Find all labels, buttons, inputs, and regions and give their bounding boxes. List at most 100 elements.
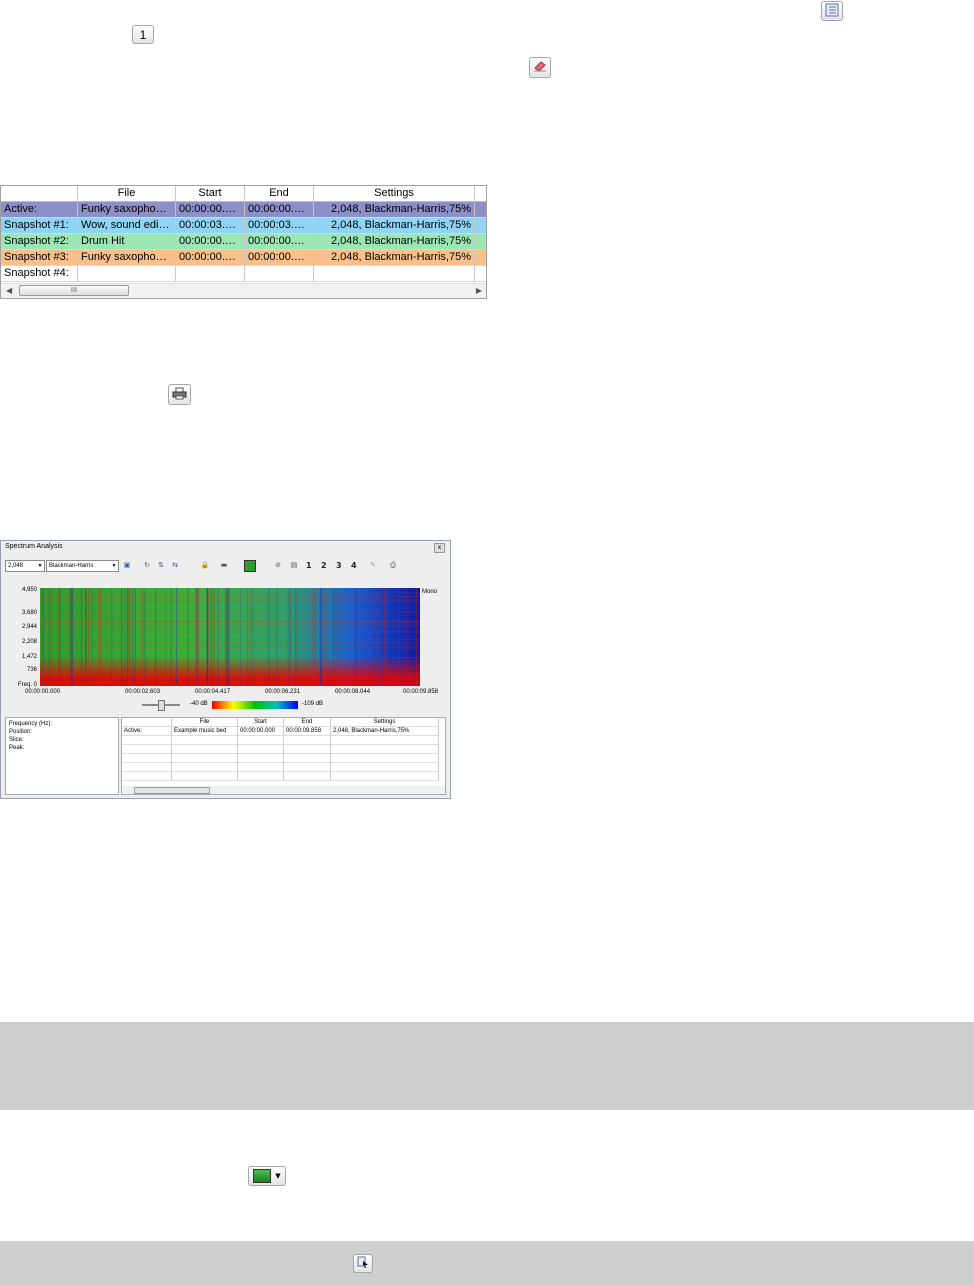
- scroll-thumb[interactable]: [134, 787, 210, 794]
- auto-update-icon[interactable]: ⇅: [156, 560, 166, 570]
- info-position-label: Position:: [9, 729, 33, 735]
- list-view-icon[interactable]: ▤: [289, 560, 299, 570]
- row-label: Snapshot #2:: [1, 234, 78, 250]
- cell-file: Funky saxophone ...: [78, 202, 176, 218]
- fft-size-select[interactable]: 2,048 ▼: [5, 560, 45, 572]
- scroll-thumb[interactable]: III: [19, 285, 129, 296]
- spectrogram-icon: [253, 1169, 272, 1183]
- window-type-select[interactable]: Blackman-Harris ▼: [46, 560, 119, 572]
- column-header-settings[interactable]: Settings: [314, 186, 475, 202]
- info-pane: Frequency (Hz): Position: Slice: Peak:: [5, 717, 119, 795]
- y-tick: 736: [26, 667, 37, 673]
- channel-label: Mono: [422, 589, 438, 595]
- table-row[interactable]: Snapshot #2: Drum Hit 00:00:00.000 00:00…: [1, 234, 486, 250]
- x-tick: 00:00:02.603: [125, 689, 161, 695]
- settings-icon[interactable]: ▣: [122, 560, 132, 570]
- column-header-file[interactable]: File: [172, 718, 238, 727]
- no-entry-icon[interactable]: ⊘: [273, 560, 283, 570]
- snapshot-1-button[interactable]: 1: [132, 25, 154, 44]
- column-header-file[interactable]: File: [78, 186, 176, 202]
- column-header-settings[interactable]: Settings: [331, 718, 439, 727]
- channel-icon[interactable]: ⇆: [170, 560, 180, 570]
- cell-end: [245, 266, 314, 282]
- column-header[interactable]: [122, 718, 172, 727]
- cell-extra: [475, 234, 486, 250]
- info-peak-label: Peak:: [9, 745, 25, 751]
- scroll-left-icon[interactable]: ◀: [6, 286, 12, 295]
- refresh-icon[interactable]: ↻: [142, 560, 152, 570]
- table-row[interactable]: [122, 736, 439, 745]
- pointer-select-button[interactable]: [353, 1254, 373, 1273]
- table-row[interactable]: Snapshot #4:: [1, 266, 486, 282]
- y-tick: 4,950: [21, 587, 37, 593]
- info-slice-label: Slice:: [9, 737, 24, 743]
- eraser-icon: [533, 60, 547, 75]
- column-header[interactable]: [1, 186, 78, 202]
- table-row[interactable]: Snapshot #3: Funky saxophone ... 00:00:0…: [1, 250, 486, 266]
- print-button[interactable]: [168, 384, 191, 405]
- cell-file: Example music bed: [172, 727, 238, 736]
- cell-start: [176, 266, 245, 282]
- column-header-end[interactable]: End: [284, 718, 331, 727]
- clear-snapshots-button[interactable]: [529, 57, 551, 78]
- eraser-icon[interactable]: ✎: [368, 560, 378, 570]
- table-row[interactable]: [122, 754, 439, 763]
- close-button[interactable]: x: [434, 543, 445, 553]
- cell-settings: 2,048, Blackman-Harris,75%: [331, 727, 439, 736]
- spectrogram-icon[interactable]: [244, 560, 256, 572]
- horizontal-scrollbar[interactable]: ◀ III ▶: [1, 283, 486, 298]
- cell-settings: 2,048, Blackman-Harris,75%: [314, 234, 475, 250]
- table-row[interactable]: [122, 772, 439, 781]
- scroll-right-icon[interactable]: ▶: [476, 286, 482, 295]
- chevron-down-icon: ▼: [275, 1172, 281, 1180]
- spectrum-analysis-window: Spectrum Analysis x 2,048 ▼ Blackman-Har…: [0, 540, 451, 799]
- cell-start: 00:00:00.000: [176, 234, 245, 250]
- printer-icon: [172, 387, 187, 403]
- table-row[interactable]: [122, 763, 439, 772]
- range-slider-thumb[interactable]: [158, 700, 165, 711]
- snapshot-4-button[interactable]: 4: [351, 560, 357, 571]
- table-header-row: File Start End Settings: [122, 718, 439, 727]
- cell-extra: [475, 266, 486, 282]
- cell-file: Drum Hit: [78, 234, 176, 250]
- cell-file: [78, 266, 176, 282]
- cell-end: 00:00:00.046: [245, 250, 314, 266]
- table-row[interactable]: Snapshot #1: Wow, sound editi... 00:00:0…: [1, 218, 486, 234]
- snapshot-table: File Start End Settings Active: Funky sa…: [0, 185, 487, 299]
- snapshot-list-button[interactable]: [821, 1, 843, 21]
- cell-settings: 2,048, Blackman-Harris,75%: [314, 202, 475, 218]
- cell-start: 00:00:00.000: [238, 727, 284, 736]
- x-tick: 00:00:00.000: [25, 689, 61, 695]
- column-header-start[interactable]: Start: [238, 718, 284, 727]
- lock-icon[interactable]: 🔒: [200, 560, 210, 570]
- snapshot-2-button[interactable]: 2: [321, 560, 327, 571]
- printer-icon[interactable]: ⎙: [388, 560, 398, 570]
- y-tick: 2,208: [21, 639, 37, 645]
- table-row[interactable]: Active: Funky saxophone ... 00:00:00.000…: [1, 202, 486, 218]
- cell-extra: [475, 218, 486, 234]
- info-frequency-label: Frequency (Hz):: [9, 721, 53, 727]
- y-tick: Freq. 0: [17, 682, 37, 688]
- display-mode-dropdown[interactable]: ▼: [248, 1166, 286, 1186]
- pointer-select-icon: [357, 1256, 369, 1271]
- chevron-down-icon: ▼: [37, 563, 43, 569]
- column-header-end[interactable]: End: [245, 186, 314, 202]
- horizontal-scrollbar[interactable]: [122, 786, 445, 794]
- spectrogram-plot[interactable]: [40, 588, 420, 686]
- table-header-row: File Start End Settings: [1, 186, 486, 202]
- graph-type-icon[interactable]: ▬: [219, 560, 229, 570]
- row-label: Snapshot #1:: [1, 218, 78, 234]
- cell-settings: 2,048, Blackman-Harris,75%: [314, 218, 475, 234]
- column-header-start[interactable]: Start: [176, 186, 245, 202]
- cell-end: 00:00:00.046: [245, 202, 314, 218]
- list-view-icon: [825, 3, 839, 20]
- cell-file: Wow, sound editi...: [78, 218, 176, 234]
- table-row[interactable]: Active: Example music bed 00:00:00.000 0…: [122, 727, 439, 736]
- table-row[interactable]: [122, 745, 439, 754]
- cell-extra: [475, 250, 486, 266]
- fft-size-value: 2,048: [8, 563, 24, 569]
- snapshot-1-button[interactable]: 1: [306, 560, 312, 571]
- column-header-extra: [475, 186, 486, 202]
- snapshot-3-button[interactable]: 3: [336, 560, 342, 571]
- y-tick: 1,472: [21, 654, 37, 660]
